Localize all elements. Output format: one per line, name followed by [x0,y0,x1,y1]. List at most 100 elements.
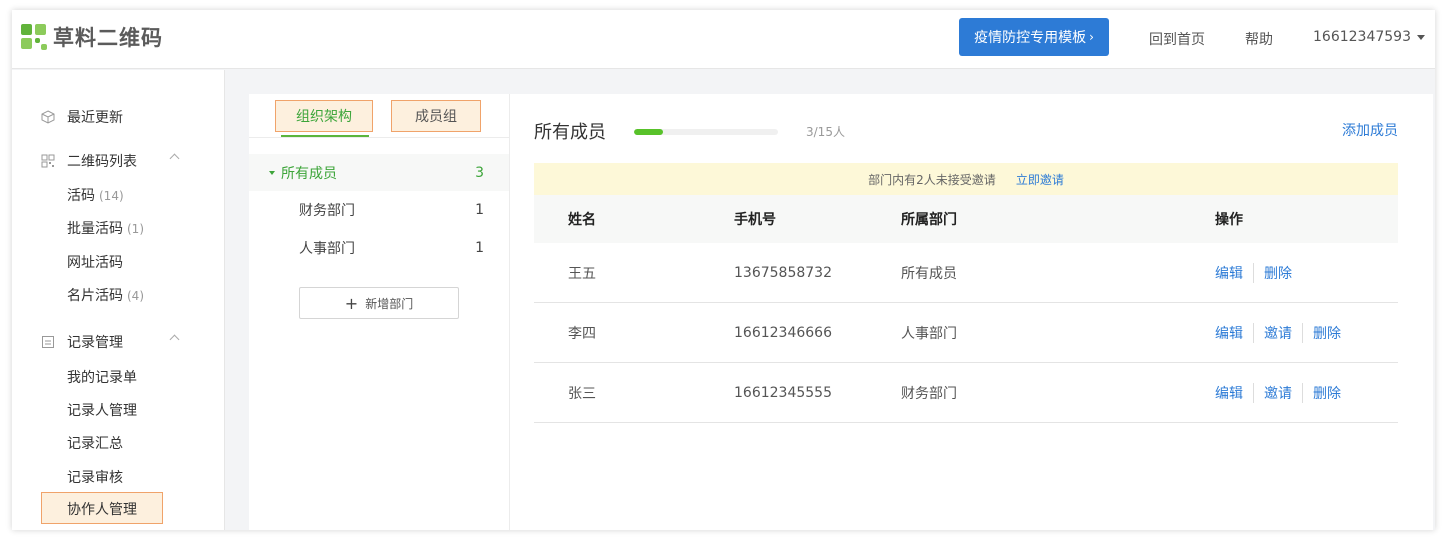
action-divider [1253,262,1254,283]
org-panel: 组织架构 成员组 所有成员 3 财务部门 1 人事部门 1 + 新增部门 [249,94,509,530]
action-divider [1302,382,1303,403]
sidebar-item-record-summary[interactable]: 记录汇总 [67,433,123,453]
column-header-actions: 操作 [1215,212,1243,228]
sidebar-item-batch-code[interactable]: 批量活码 (1) [67,218,144,238]
sidebar-item-count: (4) [127,289,144,303]
delete-button[interactable]: 删除 [1313,323,1341,343]
cube-icon [41,110,55,124]
tree-item-label: 财务部门 [299,202,355,219]
invite-button[interactable]: 邀请 [1264,383,1292,403]
row-actions: 编辑 邀请 删除 [1215,322,1341,343]
sidebar-group-label: 记录管理 [67,335,123,351]
action-divider [1253,382,1254,403]
tree-item-hr[interactable]: 人事部门 1 [249,229,509,266]
member-quota-text: 3/15人 [806,125,845,139]
progress-fill [634,129,663,135]
sidebar-item-card-code[interactable]: 名片活码 (4) [67,285,144,305]
sidebar-group-records[interactable]: 记录管理 [41,332,180,352]
table-row: 王五 13675858732 所有成员 编辑 删除 [534,243,1398,303]
tree-item-label: 人事部门 [299,240,355,257]
notice-text: 部门内有2人未接受邀请 [868,172,996,187]
sidebar-item-count: (14) [99,189,124,203]
logo[interactable]: 草料二维码 [21,23,163,51]
invite-notice-banner: 部门内有2人未接受邀请 立即邀请 [534,163,1398,195]
row-actions: 编辑 删除 [1215,262,1292,283]
member-phone: 16612346666 [734,324,832,341]
row-actions: 编辑 邀请 删除 [1215,382,1341,403]
sidebar-item-label: 我的记录单 [67,370,137,386]
member-phone: 13675858732 [734,264,832,281]
sidebar-item-my-records[interactable]: 我的记录单 [67,367,137,387]
add-department-button[interactable]: + 新增部门 [299,287,459,319]
sidebar-item-recorder-mgmt[interactable]: 记录人管理 [67,400,137,420]
help-link[interactable]: 帮助 [1245,29,1273,49]
invite-now-link[interactable]: 立即邀请 [1016,171,1064,188]
delete-button[interactable]: 删除 [1313,383,1341,403]
page-title: 所有成员 [534,122,606,143]
add-department-label: 新增部门 [365,296,414,311]
action-divider [1302,322,1303,343]
sidebar-group-qr-list[interactable]: 二维码列表 [41,151,180,171]
edit-button[interactable]: 编辑 [1215,323,1243,343]
tab-member-groups[interactable]: 成员组 [391,100,481,132]
chevron-up-icon [169,334,180,345]
member-quota-progress [634,129,778,135]
user-menu[interactable]: 16612347593 [1313,29,1425,45]
sidebar-item-label: 最近更新 [67,110,123,126]
sidebar-item-recent[interactable]: 最近更新 [41,107,123,127]
sidebar-item-label: 记录汇总 [67,436,123,452]
table-header: 姓名 手机号 所属部门 操作 [534,195,1398,243]
sidebar-item-count: (1) [127,222,144,236]
column-header-name: 姓名 [568,212,596,228]
tree-item-count: 3 [475,164,484,181]
sidebar-item-label: 协作人管理 [67,502,137,518]
sidebar-item-label: 记录审核 [67,470,123,486]
column-header-phone: 手机号 [734,212,776,228]
members-panel: 所有成员 3/15人 添加成员 部门内有2人未接受邀请 立即邀请 姓名 手机号 … [509,94,1433,530]
sidebar-item-label: 批量活码 [67,221,123,237]
document-icon [42,336,54,348]
delete-button[interactable]: 删除 [1264,263,1292,283]
tab-label: 组织架构 [296,109,352,125]
sidebar-item-live-code[interactable]: 活码 (14) [67,185,124,205]
member-dept: 所有成员 [901,265,957,282]
home-link[interactable]: 回到首页 [1149,29,1205,49]
member-dept: 财务部门 [901,385,957,402]
column-header-dept: 所属部门 [901,212,957,228]
invite-button[interactable]: 邀请 [1264,323,1292,343]
top-header: 草料二维码 疫情防控专用模板 › 回到首页 帮助 16612347593 [12,10,1435,69]
tree-item-count: 1 [475,201,484,218]
edit-button[interactable]: 编辑 [1215,383,1243,403]
sidebar-item-url-code[interactable]: 网址活码 [67,252,123,272]
add-member-link[interactable]: 添加成员 [1342,120,1398,140]
caret-down-icon [1416,34,1425,40]
sidebar-item-label: 名片活码 [67,288,123,304]
qr-grid-icon [41,154,55,168]
member-name: 王五 [568,265,596,282]
table-row: 李四 16612346666 人事部门 编辑 邀请 删除 [534,303,1398,363]
sidebar: 最近更新 二维码列表 活码 (14) 批量活码 (1) 网址活码 名片活码 (4) [12,70,225,530]
promo-button-label: 疫情防控专用模板 [974,30,1087,46]
member-name: 张三 [568,385,596,402]
member-name: 李四 [568,325,596,342]
chevron-right-icon: › [1089,30,1094,44]
sidebar-group-label: 二维码列表 [67,154,137,170]
user-phone: 16612347593 [1313,29,1411,45]
action-divider [1253,322,1254,343]
tree-item-label: 所有成员 [281,165,337,182]
epidemic-template-button[interactable]: 疫情防控专用模板 › [959,18,1109,56]
plus-icon: + [344,293,359,313]
member-phone: 16612345555 [734,384,832,401]
sidebar-item-record-review[interactable]: 记录审核 [67,467,123,487]
member-dept: 人事部门 [901,325,957,342]
tab-org-structure[interactable]: 组织架构 [275,100,373,132]
tree-item-all-members[interactable]: 所有成员 3 [249,154,509,191]
sidebar-item-label: 活码 [67,188,95,204]
qr-logo-icon [21,24,47,50]
chevron-up-icon [169,153,180,164]
tree-item-finance[interactable]: 财务部门 1 [249,191,509,228]
tab-label: 成员组 [415,109,457,125]
edit-button[interactable]: 编辑 [1215,263,1243,283]
sidebar-item-label: 网址活码 [67,255,123,271]
caret-down-icon [269,170,275,175]
